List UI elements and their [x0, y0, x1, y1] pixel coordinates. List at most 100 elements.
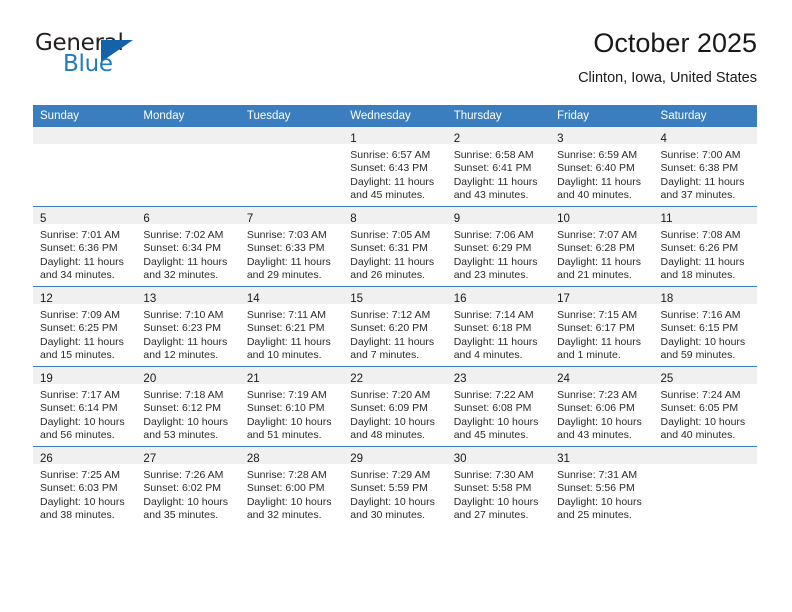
sunset-time: Sunset: 6:08 PM: [453, 402, 532, 415]
calendar-day-cell[interactable]: 23 Sunrise: 7:22 AM Sunset: 6:08 PM Dayligh…: [446, 366, 551, 447]
calendar-day-cell[interactable]: 13 Sunrise: 7:10 AM Sunset: 6:23 PM Dayligh…: [136, 286, 240, 367]
calendar-page: General Blue October 2025 Clinton, Iowa,…: [0, 0, 792, 612]
day-number-band: 25: [653, 367, 757, 385]
daylight-duration-line2: and 25 minutes.: [557, 509, 632, 522]
day-number-band: 19: [33, 367, 137, 385]
day-number: 14: [246, 293, 260, 305]
calendar-day-cell[interactable]: 2 Sunrise: 6:58 AM Sunset: 6:41 PM Daylight…: [446, 127, 551, 207]
day-number: 22: [350, 373, 364, 385]
day-number: 10: [557, 213, 570, 225]
calendar-day-cell[interactable]: 11 Sunrise: 7:08 AM Sunset: 6:26 PM Dayligh…: [653, 206, 757, 287]
day-number: 27: [143, 453, 157, 465]
day-number: 9: [453, 213, 461, 225]
sunrise-time: Sunrise: 7:02 AM: [143, 229, 224, 241]
day-details: Sunrise: 7:08 AM Sunset: 6:26 PM Daylight:…: [654, 224, 757, 283]
day-details: Sunrise: 7:20 AM Sunset: 6:09 PM Daylight:…: [343, 384, 446, 443]
daylight-duration-line2: and 18 minutes.: [660, 269, 736, 282]
sunset-time: Sunset: 6:02 PM: [143, 482, 222, 495]
calendar-day-cell-empty: [33, 127, 137, 207]
calendar-day-cell[interactable]: 29 Sunrise: 7:29 AM Sunset: 5:59 PM Dayligh…: [343, 446, 447, 526]
day-details: Sunrise: 7:29 AM Sunset: 5:59 PM Daylight:…: [343, 464, 446, 523]
day-number: 3: [557, 133, 564, 145]
calendar-day-cell[interactable]: 26 Sunrise: 7:25 AM Sunset: 6:03 PM Dayligh…: [33, 446, 137, 526]
calendar-day-cell[interactable]: 30 Sunrise: 7:30 AM Sunset: 5:58 PM Dayligh…: [446, 446, 551, 526]
day-number-band: 29: [343, 447, 447, 465]
sunset-time: Sunset: 6:23 PM: [143, 322, 222, 335]
day-number: 15: [350, 293, 364, 305]
calendar-day-cell[interactable]: 3 Sunrise: 6:59 AM Sunset: 6:40 PM Daylight…: [550, 127, 654, 207]
day-details: Sunrise: 7:31 AM Sunset: 5:56 PM Daylight:…: [550, 464, 653, 523]
day-number-band: 3: [550, 127, 654, 145]
daylight-duration-line2: and 34 minutes.: [40, 269, 115, 282]
sunrise-time: Sunrise: 7:29 AM: [350, 469, 431, 481]
calendar-day-cell[interactable]: 5 Sunrise: 7:01 AM Sunset: 6:36 PM Daylight…: [33, 206, 137, 287]
weekday-header-sunday: Sunday: [33, 105, 137, 127]
sunrise-time: Sunrise: 7:12 AM: [350, 309, 431, 321]
calendar-day-cell[interactable]: 25 Sunrise: 7:24 AM Sunset: 6:05 PM Dayligh…: [653, 366, 757, 447]
logo-text-blue: Blue: [63, 51, 113, 77]
calendar-day-cell[interactable]: 12 Sunrise: 7:09 AM Sunset: 6:25 PM Dayligh…: [33, 286, 137, 367]
sunrise-time: Sunrise: 7:22 AM: [453, 389, 534, 401]
calendar-day-cell[interactable]: 14 Sunrise: 7:11 AM Sunset: 6:21 PM Dayligh…: [239, 286, 344, 367]
calendar-day-cell[interactable]: 9 Sunrise: 7:06 AM Sunset: 6:29 PM Daylight…: [446, 206, 551, 287]
calendar-day-cell[interactable]: 15 Sunrise: 7:12 AM Sunset: 6:20 PM Dayligh…: [343, 286, 447, 367]
sunset-time: Sunset: 6:18 PM: [453, 322, 532, 335]
calendar-day-cell[interactable]: 20 Sunrise: 7:18 AM Sunset: 6:12 PM Dayligh…: [136, 366, 240, 447]
calendar-day-cell[interactable]: 4 Sunrise: 7:00 AM Sunset: 6:38 PM Daylight…: [653, 127, 757, 207]
calendar-day-cell[interactable]: 17 Sunrise: 7:15 AM Sunset: 6:17 PM Dayligh…: [550, 286, 654, 367]
weekday-header-wednesday: Wednesday: [343, 105, 447, 127]
day-number-band: 7: [239, 207, 344, 225]
daylight-duration-line2: and 43 minutes.: [453, 189, 529, 202]
day-number: 2: [453, 133, 461, 145]
sunrise-time: Sunrise: 7:10 AM: [143, 309, 224, 321]
calendar-day-cell[interactable]: 28 Sunrise: 7:28 AM Sunset: 6:00 PM Dayligh…: [239, 446, 344, 526]
day-details: Sunrise: 7:00 AM Sunset: 6:38 PM Daylight:…: [654, 144, 757, 203]
page-header: General Blue October 2025 Clinton, Iowa,…: [33, 26, 757, 98]
daylight-duration-line2: and 53 minutes.: [143, 429, 219, 442]
sunset-time: Sunset: 6:15 PM: [660, 322, 739, 335]
calendar-day-cell[interactable]: 10 Sunrise: 7:07 AM Sunset: 6:28 PM Dayligh…: [550, 206, 654, 287]
calendar-day-cell[interactable]: 31 Sunrise: 7:31 AM Sunset: 5:56 PM Dayligh…: [550, 446, 654, 526]
calendar-day-cell[interactable]: 6 Sunrise: 7:02 AM Sunset: 6:34 PM Daylight…: [136, 206, 240, 287]
calendar-day-cell[interactable]: 27 Sunrise: 7:26 AM Sunset: 6:02 PM Dayligh…: [136, 446, 240, 526]
calendar-day-cell[interactable]: 22 Sunrise: 7:20 AM Sunset: 6:09 PM Dayligh…: [343, 366, 447, 447]
daylight-duration-line2: and 12 minutes.: [143, 349, 219, 362]
daylight-duration-line1: Daylight: 10 hours: [557, 415, 642, 428]
calendar-day-cell[interactable]: 19 Sunrise: 7:17 AM Sunset: 6:14 PM Dayligh…: [33, 366, 137, 447]
day-number-band: 4: [653, 127, 757, 145]
day-number: 29: [350, 453, 364, 465]
daylight-duration-line2: and 4 minutes.: [453, 349, 523, 362]
sunset-time: Sunset: 6:20 PM: [350, 322, 428, 335]
title-block: October 2025 Clinton, Iowa, United State…: [578, 26, 757, 88]
day-number: 28: [246, 453, 260, 465]
daylight-duration-line1: Daylight: 11 hours: [350, 335, 435, 348]
calendar-day-cell[interactable]: 1 Sunrise: 6:57 AM Sunset: 6:43 PM Daylight…: [343, 127, 447, 207]
daylight-duration-line1: Daylight: 11 hours: [453, 175, 538, 188]
sunrise-time: Sunrise: 6:59 AM: [557, 149, 638, 161]
calendar-day-cell[interactable]: 8 Sunrise: 7:05 AM Sunset: 6:31 PM Daylight…: [343, 206, 447, 287]
day-details: Sunrise: 7:12 AM Sunset: 6:20 PM Daylight:…: [343, 304, 446, 363]
day-number-band: 21: [239, 367, 344, 385]
daylight-duration-line2: and 32 minutes.: [246, 509, 322, 522]
day-number-band: 16: [446, 287, 551, 305]
day-number-band: [239, 127, 344, 144]
day-details: Sunrise: 7:23 AM Sunset: 6:06 PM Daylight:…: [550, 384, 653, 443]
daylight-duration-line2: and 21 minutes.: [557, 269, 632, 282]
sunrise-time: Sunrise: 7:01 AM: [40, 229, 120, 241]
calendar-body: 1 Sunrise: 6:57 AM Sunset: 6:43 PM Daylight…: [33, 127, 757, 526]
daylight-duration-line1: Daylight: 10 hours: [453, 415, 539, 428]
calendar-day-cell[interactable]: 7 Sunrise: 7:03 AM Sunset: 6:33 PM Daylight…: [239, 206, 344, 287]
calendar-day-cell[interactable]: 18 Sunrise: 7:16 AM Sunset: 6:15 PM Dayligh…: [653, 286, 757, 367]
calendar-day-cell[interactable]: 24 Sunrise: 7:23 AM Sunset: 6:06 PM Dayligh…: [550, 366, 654, 447]
day-number-band: 13: [136, 287, 240, 305]
calendar-day-cell[interactable]: 16 Sunrise: 7:14 AM Sunset: 6:18 PM Dayligh…: [446, 286, 551, 367]
sunset-time: Sunset: 6:40 PM: [557, 162, 635, 175]
calendar-day-cell[interactable]: 21 Sunrise: 7:19 AM Sunset: 6:10 PM Dayligh…: [239, 366, 344, 447]
daylight-duration-line1: Daylight: 10 hours: [557, 495, 642, 508]
sunrise-time: Sunrise: 7:18 AM: [143, 389, 224, 401]
calendar-week-row: 5 Sunrise: 7:01 AM Sunset: 6:36 PM Daylight…: [33, 206, 757, 287]
page-title: October 2025: [593, 28, 757, 58]
day-number-band: 15: [343, 287, 447, 305]
daylight-duration-line1: Daylight: 11 hours: [246, 255, 331, 268]
daylight-duration-line1: Daylight: 11 hours: [143, 255, 228, 268]
